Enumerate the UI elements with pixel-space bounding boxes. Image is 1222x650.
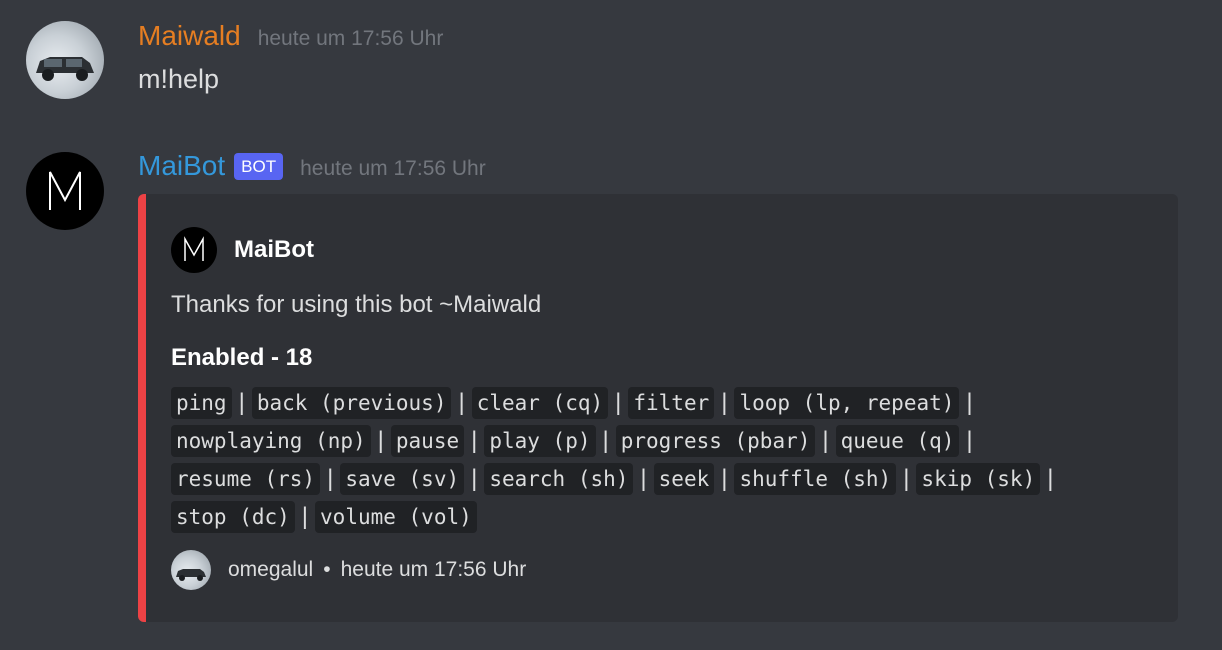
command-line: resume (rs) | save (sv) | search (sh) | seek | s… (171, 460, 1171, 498)
command-separator: | (822, 427, 829, 454)
command-separator: | (966, 427, 973, 454)
command-separator: | (615, 389, 622, 416)
command-separator: | (640, 465, 647, 492)
footer-text: omegalul (228, 558, 314, 581)
command-code: play (p) (484, 425, 596, 457)
bot-badge: BOT (234, 153, 284, 180)
timestamp: heute um 17:56 Uhr (300, 157, 486, 180)
command-separator: | (903, 465, 910, 492)
command-separator: | (301, 503, 309, 530)
embed-field-value: ping | back (previous) | clear (cq) | filter | l… (171, 384, 1171, 536)
command-code: stop (dc) (171, 501, 295, 533)
embed-footer: omegalul • heute um 17:56 Uhr (171, 550, 526, 590)
command-separator: | (602, 427, 609, 454)
username[interactable]: Maiwald (138, 20, 241, 52)
car-avatar-icon[interactable] (26, 21, 104, 99)
command-code: filter (628, 387, 715, 419)
username[interactable]: MaiBot (138, 150, 225, 182)
footer-timestamp: heute um 17:56 Uhr (340, 558, 527, 581)
chat-area: Maiwald heute um 17:56 Uhr m!help MaiBot… (0, 0, 1222, 650)
command-code: skip (sk) (916, 463, 1041, 495)
timestamp: heute um 17:56 Uhr (257, 27, 444, 50)
command-code: loop (lp, repeat) (734, 387, 960, 419)
message-header: MaiBot BOT heute um 17:56 Uhr (138, 150, 486, 183)
command-code: shuffle (sh) (734, 463, 897, 495)
command-line: nowplaying (np) | pause | play (p) | progress … (171, 422, 1171, 460)
command-separator: | (327, 465, 334, 492)
embed-author: MaiBot (171, 227, 314, 273)
command-code: nowplaying (np) (171, 425, 371, 457)
command-separator: | (721, 389, 728, 416)
embed-description: Thanks for using this bot ~Maiwald (171, 291, 542, 318)
footer-dot: • (323, 558, 331, 581)
command-code: search (sh) (484, 463, 634, 495)
embed-author-name[interactable]: MaiBot (234, 236, 314, 264)
command-code: ping (171, 387, 232, 419)
command-separator: | (1047, 465, 1054, 492)
command-separator: | (966, 389, 973, 416)
command-separator: | (721, 465, 728, 492)
m-logo-icon (171, 227, 217, 273)
command-separator: | (471, 427, 478, 454)
message-header: Maiwald heute um 17:56 Uhr (138, 20, 443, 52)
car-avatar-icon (171, 550, 211, 590)
command-code: back (previous) (251, 387, 452, 419)
command-separator: | (471, 465, 478, 492)
command-line: ping | back (previous) | clear (cq) | filter | l… (171, 384, 1171, 422)
command-code: pause (390, 425, 465, 457)
command-separator: | (238, 389, 245, 416)
embed: MaiBot Thanks for using this bot ~Maiwal… (138, 194, 1178, 622)
command-code: save (sv) (340, 463, 465, 495)
message-content: m!help (138, 64, 220, 94)
m-logo-icon[interactable] (26, 152, 104, 230)
command-line: stop (dc) | volume (vol) (171, 498, 1171, 536)
command-code: seek (653, 463, 715, 495)
embed-field-name: Enabled - 18 (171, 344, 313, 371)
command-separator: | (377, 427, 384, 454)
command-code: progress (pbar) (615, 425, 816, 457)
command-code: clear (cq) (471, 387, 609, 419)
command-code: resume (rs) (171, 463, 321, 495)
command-separator: | (458, 389, 465, 416)
command-code: queue (q) (835, 425, 960, 457)
command-code: volume (vol) (315, 501, 477, 533)
